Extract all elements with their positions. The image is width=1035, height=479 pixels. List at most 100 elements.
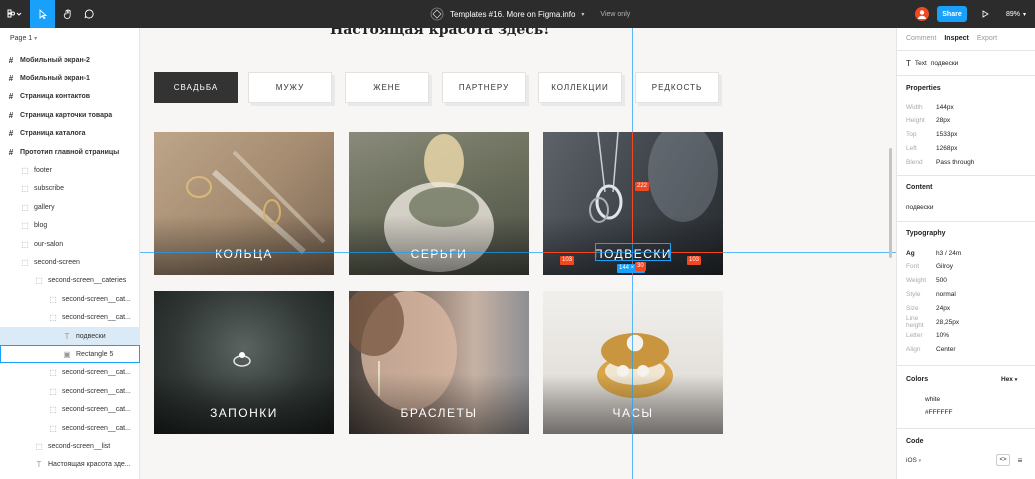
property-value[interactable]: 10% <box>936 332 949 339</box>
property-value[interactable]: 144px <box>936 104 954 111</box>
panel-tabs: Comment Inspect Export <box>906 35 997 42</box>
user-avatar[interactable] <box>915 7 929 21</box>
layer-label: Прототип главной страницы <box>20 148 120 156</box>
property-row: Line height 28,25px <box>906 315 1030 329</box>
layer-item[interactable]: ⬚ footer <box>0 161 140 179</box>
layer-label: Rectangle 5 <box>76 350 114 358</box>
content-value[interactable]: подвески <box>906 204 934 211</box>
layer-item[interactable]: ▣ Rectangle 5 <box>0 345 140 364</box>
layer-item[interactable]: ⬚ second-screen__cat... <box>0 401 140 419</box>
selection-box[interactable] <box>595 243 671 261</box>
property-value[interactable]: 500 <box>936 277 947 284</box>
group-icon: ⬚ <box>21 202 29 212</box>
property-row: Font Gilroy <box>906 261 1030 273</box>
layer-item[interactable]: ⬚ second-screen__list <box>0 437 140 455</box>
tab-export[interactable]: Export <box>977 35 997 42</box>
layer-item[interactable]: ⬚ second-screen__cat... <box>0 419 140 437</box>
layer-item[interactable]: ⬚ gallery <box>0 198 140 216</box>
card-label: КОЛЬЦА <box>215 247 273 261</box>
group-icon: ⬚ <box>35 276 43 286</box>
group-icon: ⬚ <box>49 405 57 415</box>
layer-item[interactable]: ⬚ our-salon <box>0 235 140 253</box>
code-view-icon[interactable]: <> <box>996 454 1010 466</box>
property-key: Style <box>906 290 921 298</box>
property-value[interactable]: normal <box>936 291 956 298</box>
divider <box>897 365 1035 366</box>
divider <box>897 75 1035 76</box>
frame-icon: # <box>8 55 14 65</box>
layer-item[interactable]: ⬚ second-screen__cat... <box>0 309 140 327</box>
layer-item[interactable]: Tподвески <box>0 327 140 345</box>
canvas[interactable]: Настоящая красота здесь! СВАДЬБА МУЖУ ЖЕ… <box>140 28 896 479</box>
color-format-dropdown[interactable]: Hex ▾ <box>1001 376 1017 383</box>
component-diamond-icon <box>430 7 444 21</box>
category-tab-husband[interactable]: МУЖУ <box>248 72 332 103</box>
zoom-dropdown[interactable]: 89% ▾ <box>1006 0 1026 28</box>
distance-line-left <box>543 252 595 253</box>
category-tab-rarity[interactable]: РЕДКОСТЬ <box>635 72 719 103</box>
file-title[interactable]: Templates #16. More on Figma.info ▾ View… <box>430 0 630 28</box>
distance-line-top <box>632 132 633 243</box>
layer-label: second-screen__cat... <box>62 406 131 414</box>
layer-label: Мобильный экран-2 <box>20 56 90 64</box>
category-card-earrings[interactable]: СЕРЬГИ <box>349 132 529 275</box>
typography-heading: Typography <box>906 230 946 237</box>
comment-tool-button[interactable] <box>80 0 98 28</box>
layer-label: Страница контактов <box>20 93 91 101</box>
layer-item[interactable]: # Мобильный экран-1 <box>0 69 140 87</box>
property-value[interactable]: 28px <box>936 117 950 124</box>
color-hex[interactable]: #FFFFFF <box>925 409 952 416</box>
hand-tool-button[interactable] <box>55 0 80 28</box>
user-icon <box>918 10 926 19</box>
property-value[interactable]: 1268px <box>936 145 957 152</box>
property-value[interactable]: 28,25px <box>936 319 959 326</box>
layer-item[interactable]: T Настоящая красота зде... <box>0 456 140 474</box>
toolbar: Templates #16. More on Figma.info ▾ View… <box>0 0 1035 28</box>
layer-item[interactable]: ⬚ second-screen__cat... <box>0 290 140 308</box>
share-button[interactable]: Share <box>937 6 967 22</box>
property-value[interactable]: 1533px <box>936 131 957 138</box>
layer-item[interactable]: # Страница каталога <box>0 125 140 143</box>
layer-item[interactable]: ⬚ subscribe <box>0 180 140 198</box>
property-value[interactable]: Pass through <box>936 159 974 166</box>
list-view-icon[interactable]: ≡ <box>1014 454 1026 466</box>
layer-item[interactable]: # Страница карточки товара <box>0 106 140 124</box>
layer-item[interactable]: ⬚ second-screen__cateries <box>0 272 140 290</box>
move-tool-button[interactable] <box>30 0 55 28</box>
category-card-watches[interactable]: ЧАСЫ <box>543 291 723 434</box>
layer-item[interactable]: # Прототип главной страницы <box>0 143 140 161</box>
layer-item[interactable]: # Мобильный экран-2 <box>0 51 140 69</box>
property-value[interactable]: Gilroy <box>936 263 953 270</box>
layer-item[interactable]: ⬚ blog <box>0 217 140 235</box>
code-language-dropdown[interactable]: iOS ▾ <box>906 457 921 464</box>
property-value[interactable]: Center <box>936 346 956 353</box>
property-value[interactable]: 24px <box>936 305 950 312</box>
layer-label: Мобильный экран-1 <box>20 74 90 82</box>
category-tab-wife[interactable]: ЖЕНЕ <box>345 72 429 103</box>
category-tab-wedding[interactable]: СВАДЬБА <box>154 72 238 103</box>
category-tab-partner[interactable]: ПАРТНЕРУ <box>442 72 526 103</box>
color-format: Hex <box>1001 376 1013 383</box>
frame-headline[interactable]: Настоящая красота здесь! <box>330 28 549 38</box>
canvas-scrollbar[interactable] <box>889 148 892 258</box>
layer-item[interactable]: ⬚ second-screen <box>0 253 140 271</box>
category-card-bracelets[interactable]: БРАСЛЕТЫ <box>349 291 529 434</box>
category-tab-collections[interactable]: КОЛЛЕКЦИИ <box>538 72 622 103</box>
group-icon: ⬚ <box>21 257 29 267</box>
chevron-down-icon: ▾ <box>1023 11 1027 18</box>
property-value[interactable]: h3 / 24m <box>936 250 961 257</box>
layer-item[interactable]: ⬚ second-screen__cat... <box>0 382 140 400</box>
main-menu-button[interactable] <box>0 0 30 28</box>
code-language: iOS <box>906 457 917 464</box>
group-icon: ⬚ <box>49 386 57 396</box>
property-row: Height 28px <box>906 115 1030 127</box>
category-card-rings[interactable]: КОЛЬЦА <box>154 132 334 275</box>
tab-inspect[interactable]: Inspect <box>944 35 969 42</box>
page-selector[interactable]: Page 1 ▾ <box>10 35 37 42</box>
tab-comment[interactable]: Comment <box>906 35 936 42</box>
category-card-cufflinks[interactable]: ЗАПОНКИ <box>154 291 334 434</box>
hand-icon <box>63 9 71 19</box>
layer-item[interactable]: # Страница контактов <box>0 88 140 106</box>
layer-item[interactable]: ⬚ second-screen__cat... <box>0 364 140 382</box>
present-button[interactable] <box>978 0 992 28</box>
